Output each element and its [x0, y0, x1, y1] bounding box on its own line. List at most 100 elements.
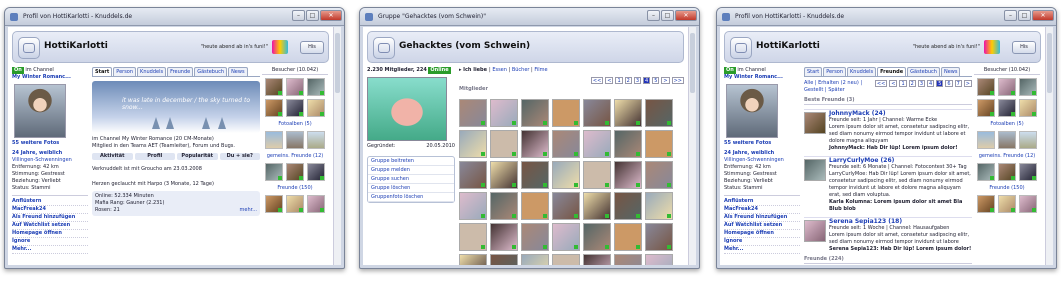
page-prev[interactable]: <	[605, 77, 614, 84]
whisper-link[interactable]: Anflüstern	[724, 198, 800, 206]
visitor-photo[interactable]	[977, 78, 995, 96]
macfreak-link[interactable]: MacFreak24	[12, 206, 88, 214]
member-photo[interactable]	[459, 254, 487, 265]
member-photo[interactable]	[521, 130, 549, 158]
minimize-button[interactable]: –	[292, 10, 305, 21]
homepage-link[interactable]: Homepage öffnen	[12, 230, 88, 238]
friend-filter[interactable]: Alle | Erhalten (2 neu) | Gestellt | Spä…	[804, 80, 875, 94]
member-photo[interactable]	[645, 130, 673, 158]
his-button[interactable]: His	[300, 41, 324, 54]
member-photo[interactable]	[645, 223, 673, 251]
member-photo[interactable]	[552, 192, 580, 220]
scrollbar[interactable]	[1045, 27, 1053, 265]
tab-news[interactable]: News	[228, 67, 248, 76]
member-photo[interactable]	[583, 254, 611, 265]
crumb-filme[interactable]: Filme	[534, 67, 547, 73]
ignore-link[interactable]: Ignore	[12, 238, 88, 246]
page-4[interactable]: 4	[927, 80, 935, 87]
title-bar[interactable]: Gruppe "Gehacktes (vom Schwein)" – □ ✕	[360, 8, 699, 26]
tab-knuddels[interactable]: Knuddels	[847, 67, 877, 76]
join-group-link[interactable]: Gruppe beitreten	[368, 157, 454, 166]
friend-name[interactable]: LarryCurlyMoe (26)	[829, 157, 972, 164]
visitor-photo[interactable]	[307, 99, 325, 117]
member-photo[interactable]	[583, 223, 611, 251]
member-photo[interactable]	[614, 254, 642, 265]
photo-albums-link[interactable]: Fotoalben (5)	[262, 121, 328, 128]
watchlist-link[interactable]: Auf Watchlist setzen	[724, 222, 800, 230]
friend-photo[interactable]	[265, 163, 283, 181]
member-photo[interactable]	[521, 254, 549, 265]
page-prev[interactable]: <	[889, 80, 898, 87]
his-button[interactable]: His	[1012, 41, 1036, 54]
crumb-ich-liebe[interactable]: Ich liebe	[463, 67, 487, 73]
ignore-link[interactable]: Ignore	[724, 238, 800, 246]
page-2[interactable]: 2	[624, 77, 632, 84]
channel-link[interactable]: My Winter Romanc...	[12, 74, 71, 80]
album-photo[interactable]	[307, 131, 325, 149]
maximize-button[interactable]: □	[306, 10, 319, 21]
friend-photo[interactable]	[1019, 163, 1037, 181]
title-bar[interactable]: Profil von HottiKarlotti - Knuddels.de –…	[5, 8, 344, 26]
watchlist-link[interactable]: Auf Watchlist setzen	[12, 222, 88, 230]
member-photo[interactable]	[521, 192, 549, 220]
friend-photo[interactable]	[1019, 195, 1037, 213]
friend-photo[interactable]	[804, 220, 826, 242]
member-photo[interactable]	[459, 223, 487, 251]
more-photos-link[interactable]: 55 weitere Fotos	[724, 140, 771, 146]
visitor-photo[interactable]	[307, 78, 325, 96]
member-photo[interactable]	[521, 223, 549, 251]
friend-photo[interactable]	[307, 195, 325, 213]
page-first[interactable]: <<	[874, 80, 888, 87]
delete-group-photo-link[interactable]: Gruppenfoto löschen	[368, 193, 454, 202]
page-6[interactable]: 6	[945, 80, 953, 87]
crumb-buecher[interactable]: Bücher	[512, 67, 530, 73]
visitor-photo[interactable]	[286, 78, 304, 96]
member-photo[interactable]	[614, 99, 642, 127]
member-photo[interactable]	[459, 130, 487, 158]
close-button[interactable]: ✕	[1032, 10, 1054, 21]
member-photo[interactable]	[583, 99, 611, 127]
friend-photo[interactable]	[977, 195, 995, 213]
city-link[interactable]: Villingen-Schwenningen	[724, 157, 800, 164]
member-photo[interactable]	[614, 223, 642, 251]
member-photo[interactable]	[490, 161, 518, 189]
mutual-friends-link[interactable]: gemeins. Freunde (12)	[974, 153, 1040, 160]
homepage-link[interactable]: Homepage öffnen	[724, 230, 800, 238]
friend-photo[interactable]	[977, 163, 995, 181]
member-photo[interactable]	[552, 99, 580, 127]
scrollbar[interactable]	[333, 27, 341, 265]
visitor-photo[interactable]	[977, 99, 995, 117]
search-group-link[interactable]: Gruppe suchen	[368, 175, 454, 184]
scrollbar[interactable]	[688, 27, 696, 265]
member-photo[interactable]	[583, 161, 611, 189]
album-photo[interactable]	[977, 131, 995, 149]
minimize-button[interactable]: –	[1004, 10, 1017, 21]
page-3[interactable]: 3	[917, 80, 926, 87]
page-5[interactable]: 5	[652, 77, 660, 84]
add-friend-link[interactable]: Als Freund hinzufügen	[724, 214, 800, 222]
member-photo[interactable]	[521, 99, 549, 127]
album-photo[interactable]	[998, 131, 1016, 149]
member-photo[interactable]	[645, 192, 673, 220]
visitor-photo[interactable]	[1019, 99, 1037, 117]
member-photo[interactable]	[552, 254, 580, 265]
friend-photo[interactable]	[286, 163, 304, 181]
more-photos-link[interactable]: 55 weitere Fotos	[12, 140, 59, 146]
member-photo[interactable]	[459, 161, 487, 189]
page-first[interactable]: <<	[590, 77, 604, 84]
whisper-link[interactable]: Anflüstern	[12, 198, 88, 206]
tab-news[interactable]: News	[940, 67, 961, 76]
friend-photo[interactable]	[307, 163, 325, 181]
city-link[interactable]: Villingen-Schwenningen	[12, 157, 88, 164]
tab-gaestebuch[interactable]: Gästebuch	[194, 67, 228, 76]
member-photo[interactable]	[459, 192, 487, 220]
member-photo[interactable]	[645, 99, 673, 127]
member-photo[interactable]	[583, 192, 611, 220]
friend-photo[interactable]	[804, 159, 826, 181]
member-photo[interactable]	[614, 192, 642, 220]
page-2[interactable]: 2	[908, 80, 916, 87]
tab-gaestebuch[interactable]: Gästebuch	[907, 67, 940, 76]
page-4[interactable]: 4	[643, 77, 651, 84]
friend-photo[interactable]	[265, 195, 283, 213]
title-bar[interactable]: Profil von HottiKarlotti - Knuddels.de –…	[717, 8, 1056, 26]
